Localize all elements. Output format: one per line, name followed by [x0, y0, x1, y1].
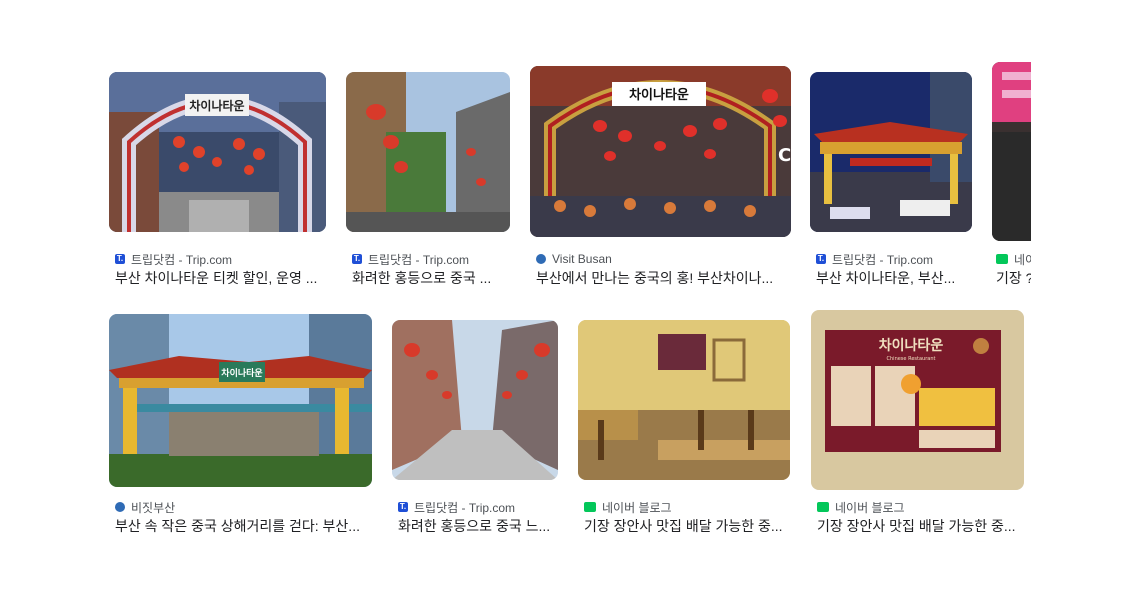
naver-favicon-icon	[817, 502, 829, 512]
result-source[interactable]: 네이버 블로그	[584, 500, 672, 515]
result-title[interactable]: 화려한 홍등으로 중국 ...	[352, 269, 504, 287]
result-title[interactable]: 기장 장안사 맛집 배달 가능한 중...	[817, 517, 1021, 535]
result-source[interactable]: 네이	[996, 252, 1031, 267]
trip-favicon-icon: T.	[398, 502, 408, 512]
result-thumbnail[interactable]	[992, 62, 1031, 241]
result-title[interactable]: 기장 장안사 맛집 배달 가능한 중...	[584, 517, 786, 535]
image-result-card[interactable]: 차이나타운 C Visit Busan 부산에서 만나는 중국의 홍! 부산차이…	[530, 66, 791, 292]
source-label: 비짓부산	[131, 500, 176, 515]
source-label: 네이버 블로그	[602, 500, 672, 515]
naver-favicon-icon	[996, 254, 1008, 264]
image-result-card[interactable]: T. 트립닷컴 - Trip.com 부산 차이나타운, 부산...	[810, 72, 972, 292]
source-label: 트립닷컴 - Trip.com	[368, 252, 470, 267]
result-source[interactable]: 비짓부산	[115, 500, 176, 515]
result-title[interactable]: 화려한 홍등으로 중국 느...	[398, 517, 554, 535]
menu-board-sign: 차이나타운	[879, 337, 944, 354]
gate-sign: 차이나타운	[629, 87, 689, 103]
result-source[interactable]: T. 트립닷컴 - Trip.com	[115, 252, 233, 267]
gate-sign: 차이나타운	[189, 98, 244, 113]
source-label: 네이	[1014, 252, 1031, 267]
result-title[interactable]: 기장 ?	[996, 269, 1031, 287]
source-label: 네이버 블로그	[835, 500, 905, 515]
visit-busan-favicon-icon	[536, 254, 546, 264]
result-thumbnail[interactable]: 차이나타운 C	[530, 66, 791, 237]
result-source[interactable]: T. 트립닷컴 - Trip.com	[816, 252, 934, 267]
result-title[interactable]: 부산 차이나타운 티켓 할인, 운영 ...	[115, 269, 325, 287]
result-thumbnail[interactable]	[346, 72, 510, 232]
result-thumbnail[interactable]: 차이나타운	[109, 314, 372, 487]
result-source[interactable]: Visit Busan	[536, 252, 612, 266]
result-source[interactable]: T. 트립닷컴 - Trip.com	[398, 500, 516, 515]
naver-favicon-icon	[584, 502, 596, 512]
source-label: Visit Busan	[552, 252, 612, 266]
result-title[interactable]: 부산 속 작은 중국 상해거리를 걷다: 부산...	[115, 517, 369, 535]
source-label: 트립닷컴 - Trip.com	[131, 252, 233, 267]
source-label: 트립닷컴 - Trip.com	[414, 500, 516, 515]
gate-sign: 차이나타운	[221, 367, 262, 379]
image-result-card[interactable]: 네이버 블로그 기장 장안사 맛집 배달 가능한 중...	[578, 320, 790, 540]
result-thumbnail[interactable]	[810, 72, 972, 232]
svg-text:C: C	[778, 145, 791, 166]
menu-board-subtitle: Chinese Restaurant	[887, 356, 936, 362]
result-title[interactable]: 부산 차이나타운, 부산...	[816, 269, 966, 287]
visit-busan-favicon-icon	[115, 502, 125, 512]
trip-favicon-icon: T.	[352, 254, 362, 264]
result-thumbnail[interactable]: 차이나타운 Chinese Restaurant	[811, 310, 1024, 490]
image-result-card[interactable]: 차이나타운 비짓부산 부산 속 작은 중국 상해거리를 걷다: 부산...	[109, 314, 372, 540]
image-result-card[interactable]: T. 트립닷컴 - Trip.com 화려한 홍등으로 중국 ...	[346, 72, 510, 292]
image-result-card[interactable]: T. 트립닷컴 - Trip.com 화려한 홍등으로 중국 느...	[392, 320, 558, 540]
result-thumbnail[interactable]	[392, 320, 558, 480]
result-source[interactable]: T. 트립닷컴 - Trip.com	[352, 252, 470, 267]
trip-favicon-icon: T.	[115, 254, 125, 264]
image-result-card[interactable]: 차이나타운 Chinese Restaurant 네이버 블로그 기장 장안사 …	[811, 310, 1024, 540]
trip-favicon-icon: T.	[816, 254, 826, 264]
result-title[interactable]: 부산에서 만나는 중국의 홍! 부산차이나...	[536, 269, 786, 287]
source-label: 트립닷컴 - Trip.com	[832, 252, 934, 267]
result-thumbnail[interactable]: 차이나타운	[109, 72, 326, 232]
result-source[interactable]: 네이버 블로그	[817, 500, 905, 515]
image-result-card[interactable]: 차이나타운 T. 트립닷컴 - Trip.com 부산 차이나타운 티켓 할인,…	[109, 72, 326, 292]
image-result-card[interactable]: 네이 기장 ?	[992, 62, 1031, 292]
result-thumbnail[interactable]	[578, 320, 790, 480]
